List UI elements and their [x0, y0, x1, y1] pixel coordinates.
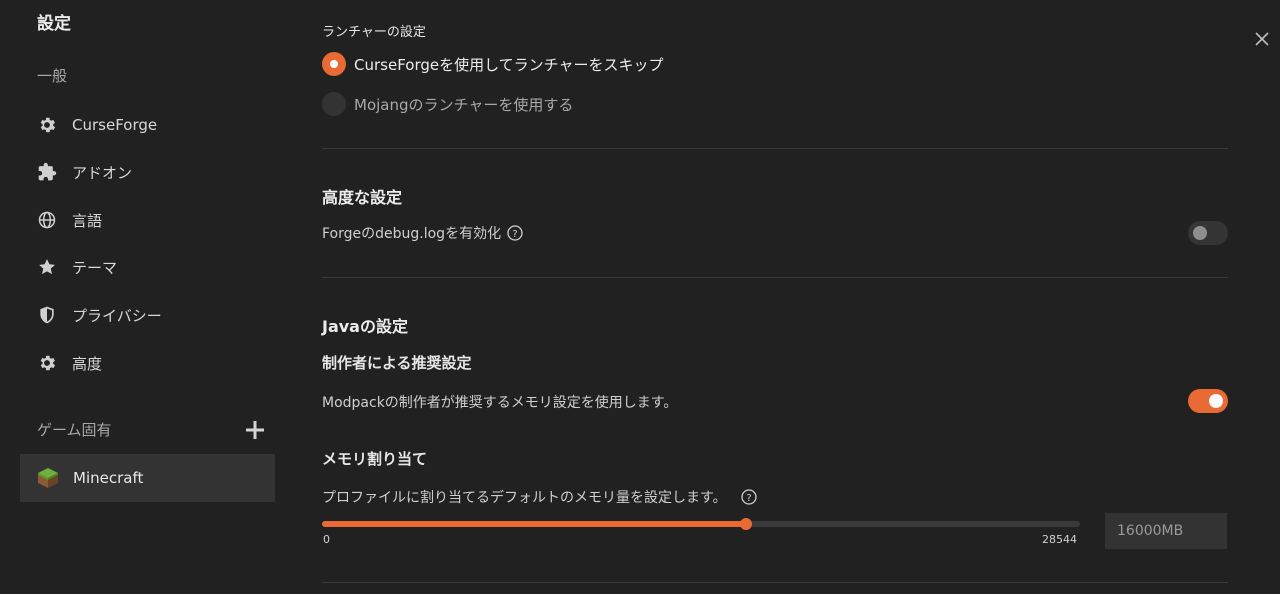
- minecraft-block-icon: [37, 467, 59, 489]
- toggle-knob: [1209, 394, 1223, 408]
- recommended-settings-title: 制作者による推奨設定: [322, 354, 472, 372]
- radio-button-unselected[interactable]: [322, 92, 346, 116]
- recommended-settings-toggle[interactable]: [1188, 389, 1228, 413]
- memory-slider-thumb[interactable]: [740, 518, 753, 530]
- plus-icon: [246, 421, 264, 439]
- sidebar-item-label: CurseForge: [72, 116, 158, 134]
- close-icon: [1255, 32, 1269, 46]
- help-icon[interactable]: ?: [740, 489, 757, 505]
- slider-min-label: 0: [323, 533, 330, 546]
- memory-allocation-setting: プロファイルに割り当てるデフォルトのメモリ量を設定します。 ?: [322, 487, 757, 507]
- debug-log-label: Forgeのdebug.logを有効化: [322, 226, 502, 242]
- radio-label: Mojangのランチャーを使用する: [354, 95, 574, 114]
- toggle-knob: [1193, 226, 1207, 240]
- sidebar-section-general: 一般: [37, 67, 68, 85]
- sidebar-item-privacy[interactable]: プライバシー: [36, 302, 162, 328]
- sidebar-title: 設定: [37, 14, 71, 34]
- sidebar-item-label: 言語: [72, 211, 103, 230]
- memory-slider[interactable]: [322, 518, 1080, 530]
- sidebar-item-addons[interactable]: アドオン: [36, 159, 132, 185]
- star-icon: [36, 256, 58, 278]
- slider-max-label: 28544: [1042, 533, 1077, 546]
- memory-allocation-title: メモリ割り当て: [322, 450, 428, 468]
- debug-log-setting: Forgeのdebug.logを有効化 ?: [322, 223, 523, 243]
- svg-text:?: ?: [512, 229, 517, 240]
- svg-text:?: ?: [746, 493, 751, 504]
- sidebar-item-label: アドオン: [72, 163, 133, 182]
- memory-allocation-desc: プロファイルに割り当てるデフォルトのメモリ量を設定します。: [322, 490, 727, 506]
- shield-icon: [36, 304, 58, 326]
- close-button[interactable]: [1253, 30, 1271, 48]
- memory-value-input[interactable]: 16000MB: [1105, 513, 1227, 549]
- sidebar-item-label: Minecraft: [73, 469, 144, 487]
- recommended-settings-desc: Modpackの制作者が推奨するメモリ設定を使用します。: [322, 395, 678, 411]
- memory-slider-fill: [322, 521, 747, 527]
- radio-label: CurseForgeを使用してランチャーをスキップ: [354, 55, 664, 74]
- settings-window: 設定 一般 CurseForge アドオン 言語 テーマ プライバシー 高度 ゲ…: [0, 0, 1280, 594]
- radio-button-selected[interactable]: [322, 52, 346, 76]
- sidebar-section-game: ゲーム固有: [37, 421, 112, 439]
- sidebar-item-advanced[interactable]: 高度: [36, 350, 102, 376]
- divider: [322, 148, 1228, 149]
- divider: [322, 277, 1228, 278]
- sidebar-item-minecraft[interactable]: Minecraft: [20, 454, 275, 502]
- divider: [322, 582, 1228, 583]
- sidebar-item-label: プライバシー: [72, 306, 162, 325]
- sidebar-item-label: テーマ: [72, 258, 118, 277]
- launcher-section-title: ランチャーの設定: [322, 25, 426, 40]
- sidebar-item-theme[interactable]: テーマ: [36, 254, 117, 280]
- sidebar-item-language[interactable]: 言語: [36, 207, 102, 233]
- gear-icon: [36, 114, 58, 136]
- debug-log-toggle[interactable]: [1188, 221, 1228, 245]
- puzzle-icon: [36, 161, 58, 183]
- globe-icon: [36, 209, 58, 231]
- java-section-title: Javaの設定: [322, 317, 408, 336]
- radio-mojang-launcher[interactable]: Mojangのランチャーを使用する: [322, 92, 573, 116]
- sidebar-item-label: 高度: [72, 354, 103, 373]
- sidebar-item-curseforge[interactable]: CurseForge: [36, 112, 157, 138]
- add-game-button[interactable]: [243, 418, 267, 442]
- sidebar: 設定 一般 CurseForge アドオン 言語 テーマ プライバシー 高度 ゲ…: [0, 0, 290, 594]
- help-icon[interactable]: ?: [507, 225, 523, 241]
- advanced-section-title: 高度な設定: [322, 188, 403, 207]
- gear-icon: [36, 352, 58, 374]
- radio-skip-launcher[interactable]: CurseForgeを使用してランチャーをスキップ: [322, 52, 664, 76]
